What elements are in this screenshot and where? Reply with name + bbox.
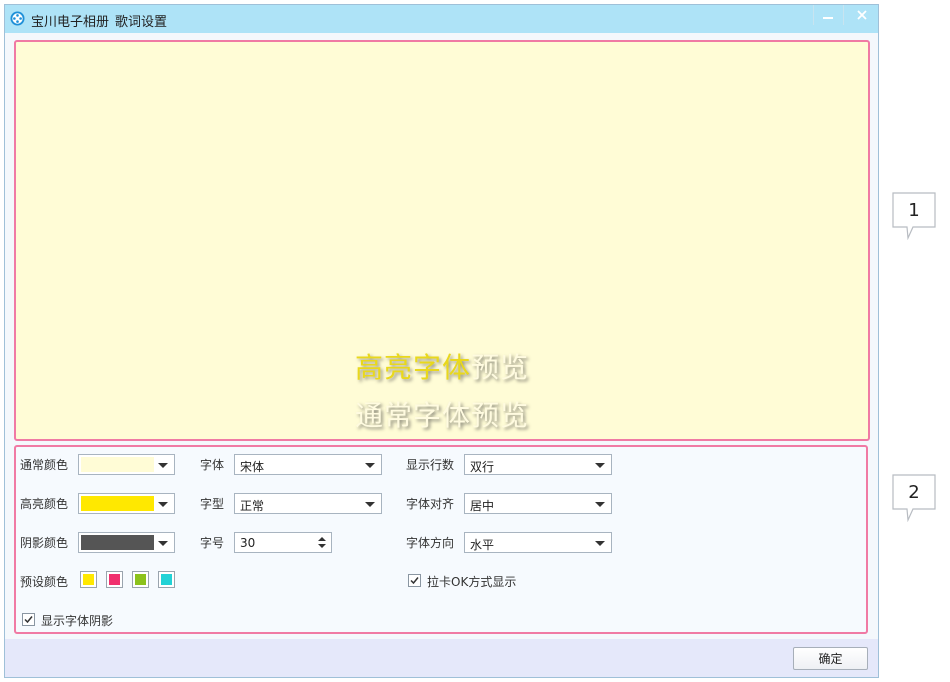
minimize-icon bbox=[822, 17, 833, 19]
settings-panel: 通常颜色 字体 宋体 显示行数 双行 高亮颜色 字型 正常 字体对齐 居中 阴影… bbox=[14, 445, 868, 634]
preset-swatch bbox=[109, 574, 120, 585]
align-select[interactable]: 居中 bbox=[464, 493, 612, 514]
shadow-color-swatch bbox=[81, 535, 154, 550]
size-stepper[interactable]: 30 bbox=[234, 532, 332, 553]
size-label: 字号 bbox=[200, 536, 225, 550]
highlight-preview-part: 高亮字体 bbox=[354, 351, 471, 384]
callout-1: 1 bbox=[891, 192, 937, 241]
checkmark-icon bbox=[24, 616, 33, 624]
karaoke-checkbox[interactable] bbox=[408, 574, 421, 587]
close-button[interactable] bbox=[843, 5, 879, 25]
callout-2-label: 2 bbox=[908, 482, 920, 503]
lines-value: 双行 bbox=[470, 460, 495, 474]
style-select[interactable]: 正常 bbox=[234, 493, 382, 514]
checkmark-icon bbox=[410, 577, 419, 585]
highlight-preview-rest: 预览 bbox=[471, 351, 530, 384]
dropdown-arrow-icon bbox=[158, 502, 168, 507]
ok-button[interactable]: 确定 bbox=[793, 647, 868, 670]
dropdown-arrow-icon bbox=[595, 463, 605, 468]
lines-label: 显示行数 bbox=[406, 458, 455, 472]
karaoke-label: 拉卡OK方式显示 bbox=[427, 575, 517, 589]
dropdown-arrow-icon bbox=[595, 541, 605, 546]
callout-2: 2 bbox=[891, 474, 937, 523]
preset-color-cyan[interactable] bbox=[158, 571, 175, 588]
lines-select[interactable]: 双行 bbox=[464, 454, 612, 475]
lyrics-settings-window: 宝川电子相册 歌词设置 高亮字体预览 通常字体预览 通常颜色 字体 宋体 显示行… bbox=[4, 4, 879, 678]
style-value: 正常 bbox=[240, 499, 265, 513]
align-value: 居中 bbox=[470, 499, 495, 513]
direction-value: 水平 bbox=[470, 538, 495, 552]
film-reel-icon bbox=[10, 11, 25, 26]
dropdown-arrow-icon bbox=[158, 541, 168, 546]
window-title: 宝川电子相册 歌词设置 bbox=[31, 11, 167, 30]
font-label: 字体 bbox=[200, 458, 225, 472]
callout-1-label: 1 bbox=[908, 200, 920, 221]
preset-swatch bbox=[83, 574, 94, 585]
dropdown-arrow-icon bbox=[365, 463, 375, 468]
highlight-color-label: 高亮颜色 bbox=[20, 497, 69, 511]
dropdown-arrow-icon bbox=[595, 502, 605, 507]
normal-color-label: 通常颜色 bbox=[20, 458, 69, 472]
show-shadow-checkbox[interactable] bbox=[22, 613, 35, 626]
direction-select[interactable]: 水平 bbox=[464, 532, 612, 553]
dropdown-arrow-icon bbox=[158, 463, 168, 468]
stepper-down-icon[interactable] bbox=[318, 544, 326, 548]
preset-color-label: 预设颜色 bbox=[20, 575, 69, 589]
size-value: 30 bbox=[240, 536, 256, 550]
normal-color-swatch bbox=[81, 457, 154, 472]
shadow-color-label: 阴影颜色 bbox=[20, 536, 69, 550]
font-select[interactable]: 宋体 bbox=[234, 454, 382, 475]
highlight-preview-text: 高亮字体预览 bbox=[16, 346, 868, 386]
preset-color-yellow[interactable] bbox=[80, 571, 97, 588]
show-shadow-label: 显示字体阴影 bbox=[41, 614, 114, 628]
normal-preview-label: 通常字体预览 bbox=[354, 399, 529, 432]
preset-swatch bbox=[135, 574, 146, 585]
direction-label: 字体方向 bbox=[406, 536, 455, 550]
close-icon bbox=[856, 10, 867, 20]
footer-bar: 确定 bbox=[5, 639, 878, 677]
highlight-color-swatch bbox=[81, 496, 154, 511]
highlight-color-select[interactable] bbox=[78, 493, 175, 514]
align-label: 字体对齐 bbox=[406, 497, 455, 511]
app-name: 宝川电子相册 bbox=[31, 15, 110, 30]
dropdown-arrow-icon bbox=[365, 502, 375, 507]
minimize-button[interactable] bbox=[813, 5, 841, 25]
normal-preview-text: 通常字体预览 bbox=[16, 394, 868, 434]
shadow-color-select[interactable] bbox=[78, 532, 175, 553]
title-bar: 宝川电子相册 歌词设置 bbox=[5, 5, 878, 33]
font-value: 宋体 bbox=[240, 460, 265, 474]
preset-swatch bbox=[161, 574, 172, 585]
dialog-name: 歌词设置 bbox=[115, 15, 168, 30]
preset-color-pink[interactable] bbox=[106, 571, 123, 588]
lyrics-preview-panel: 高亮字体预览 通常字体预览 bbox=[14, 40, 870, 441]
style-label: 字型 bbox=[200, 497, 225, 511]
preset-color-green[interactable] bbox=[132, 571, 149, 588]
normal-color-select[interactable] bbox=[78, 454, 175, 475]
stepper-up-icon[interactable] bbox=[318, 537, 326, 541]
